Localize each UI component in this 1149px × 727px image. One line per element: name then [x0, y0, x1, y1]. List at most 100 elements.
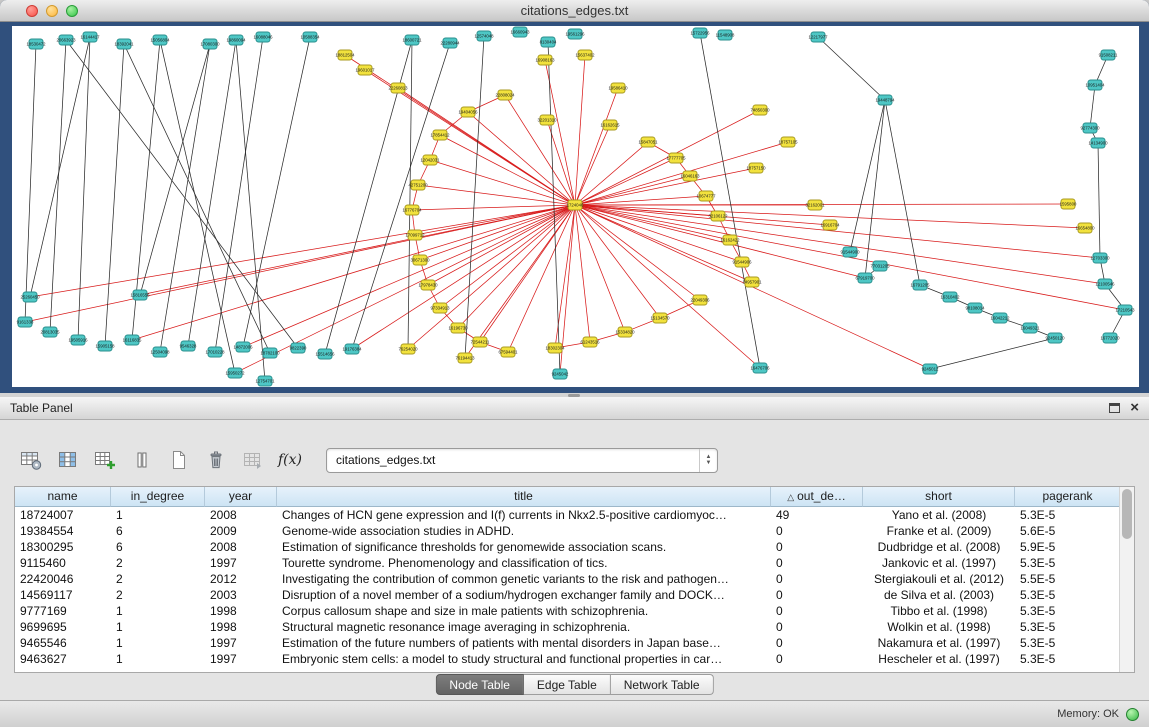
network-node[interactable]: 20813035 — [40, 327, 60, 337]
table-row[interactable]: 969969511998Structural magnetic resonanc… — [15, 619, 1121, 635]
delete-column-button[interactable] — [201, 446, 231, 474]
manage-table-settings-button[interactable] — [16, 446, 46, 474]
network-node[interactable]: 67919700 — [855, 273, 875, 283]
network-node[interactable]: 16476706 — [750, 363, 770, 373]
table-row[interactable]: 946362711997Embryonic stem cells: a mode… — [15, 651, 1121, 667]
network-node[interactable]: 11548908 — [716, 30, 735, 40]
network-node[interactable]: 9822390 — [290, 343, 307, 353]
close-window-button[interactable] — [26, 5, 38, 17]
table-row[interactable]: 1938455462009Genome-wide association stu… — [15, 523, 1121, 539]
network-node[interactable]: 18757105 — [778, 137, 798, 147]
network-node[interactable]: 12042031 — [420, 155, 440, 165]
network-node[interactable]: 17010228 — [205, 347, 225, 357]
network-node[interactable]: 1595800 — [1060, 199, 1077, 209]
network-node[interactable]: 15134570 — [650, 313, 670, 323]
close-panel-icon[interactable]: × — [1130, 402, 1139, 414]
network-node[interactable]: 12100546 — [1095, 279, 1115, 289]
table-row[interactable]: 1830029562008Estimation of significance … — [15, 539, 1121, 555]
network-node[interactable]: 10588354 — [300, 32, 320, 42]
network-node[interactable]: 17210543 — [1115, 305, 1135, 315]
network-node[interactable]: 19176384 — [342, 344, 362, 354]
tab-edge-table[interactable]: Edge Table — [524, 674, 611, 695]
network-node[interactable]: 16162422 — [720, 235, 740, 245]
network-node[interactable]: 16776704 — [402, 205, 422, 215]
network-node[interactable]: 16772020 — [1100, 333, 1120, 343]
network-node[interactable]: 16660943 — [510, 27, 530, 37]
network-node[interactable]: 91544906 — [732, 257, 752, 267]
network-node[interactable]: 10951404 — [1085, 80, 1105, 90]
network-node[interactable]: 19561296 — [565, 29, 585, 39]
network-node[interactable]: 18600721 — [402, 35, 422, 45]
network-node[interactable]: 15905158 — [95, 341, 115, 351]
network-node[interactable]: 22049306 — [690, 295, 710, 305]
table-selector-dropdown[interactable]: citations_edges.txt ▲▼ — [326, 448, 718, 473]
network-node[interactable]: 14872006 — [233, 342, 253, 352]
table-row[interactable]: 1872400712008Changes of HCN gene express… — [15, 507, 1121, 523]
network-node[interactable]: 91544900 — [840, 247, 860, 257]
function-builder-button[interactable]: f(x) — [275, 446, 305, 474]
network-node[interactable]: 19601017 — [355, 65, 375, 75]
network-node[interactable]: 61243516 — [580, 337, 600, 347]
float-panel-icon[interactable] — [1109, 403, 1120, 413]
network-node[interactable]: 17978430 — [418, 280, 438, 290]
network-node[interactable]: 15637402 — [575, 50, 595, 60]
network-node[interactable]: 16162615 — [600, 120, 620, 130]
network-node[interactable]: 32201310 — [537, 115, 557, 125]
window-titlebar[interactable]: citations_edges.txt — [0, 0, 1149, 22]
network-node[interactable]: 18392041 — [114, 39, 134, 49]
network-node[interactable]: 74850300 — [750, 105, 770, 115]
network-node[interactable]: 1724046 — [567, 200, 584, 210]
network-node[interactable]: 16116835 — [123, 335, 142, 345]
network-node[interactable]: 18812504 — [335, 50, 355, 60]
network-node[interactable]: 19505916 — [68, 335, 88, 345]
tab-network-table[interactable]: Network Table — [611, 674, 714, 695]
column-header-short[interactable]: short — [863, 487, 1015, 507]
network-node[interactable]: 72544211 — [471, 337, 490, 347]
network-node[interactable]: 97334913 — [430, 303, 450, 313]
table-row[interactable]: 977716911998Corpus callosum shape and si… — [15, 603, 1121, 619]
network-node[interactable]: 16791205 — [910, 280, 930, 290]
select-columns-button[interactable] — [53, 446, 83, 474]
network-node[interactable]: 16196730 — [448, 323, 468, 333]
edit-table-button[interactable] — [90, 446, 120, 474]
network-node[interactable]: 17080300 — [200, 39, 220, 49]
scrollbar-thumb[interactable] — [1122, 489, 1132, 539]
network-node[interactable]: 14957901 — [742, 277, 762, 287]
network-node[interactable]: 98108014 — [965, 303, 985, 313]
network-node[interactable]: 9546328 — [180, 341, 197, 351]
network-node[interactable]: 18530472 — [26, 39, 46, 49]
table-mode-button[interactable] — [127, 446, 157, 474]
network-node[interactable]: 30671300 — [410, 255, 430, 265]
network-node[interactable]: 18782100 — [260, 348, 280, 358]
column-header-out_de[interactable]: △out_de… — [771, 487, 863, 507]
column-header-pagerank[interactable]: pagerank — [1015, 487, 1121, 507]
network-node[interactable]: 76194413 — [455, 353, 475, 363]
network-node[interactable]: 12217977 — [808, 32, 828, 42]
new-column-button[interactable] — [164, 446, 194, 474]
network-node[interactable]: 16908163 — [535, 55, 555, 65]
network-node[interactable]: 12574048 — [474, 31, 494, 41]
network-node[interactable]: 16042212 — [990, 313, 1010, 323]
network-node[interactable]: 19586410 — [608, 83, 628, 93]
network-node[interactable]: 14134900 — [1088, 138, 1108, 148]
network-node[interactable]: 15847051 — [638, 137, 658, 147]
network-node[interactable]: 15514656 — [315, 349, 335, 359]
network-node[interactable]: 12504098 — [150, 347, 170, 357]
network-view-canvas[interactable]: 1853047220663923161444171839204115056804… — [12, 26, 1139, 387]
tab-node-table[interactable]: Node Table — [435, 674, 524, 695]
network-node[interactable]: 16310402 — [940, 292, 960, 302]
table-scrollbar[interactable] — [1119, 487, 1134, 672]
network-node[interactable]: 22808024 — [495, 90, 515, 100]
network-node[interactable]: 19448794 — [875, 95, 895, 105]
network-node[interactable]: 25260450 — [20, 292, 40, 302]
network-node[interactable]: 16046163 — [680, 171, 700, 181]
network-node[interactable]: 67594401 — [498, 347, 518, 357]
column-header-title[interactable]: title — [277, 487, 771, 507]
network-node[interactable]: 15334820 — [615, 327, 635, 337]
network-node[interactable]: 91508211 — [1099, 50, 1118, 60]
zoom-window-button[interactable] — [66, 5, 78, 17]
network-node[interactable]: 15056804 — [150, 35, 170, 45]
network-node[interactable]: 92450120 — [1045, 333, 1065, 343]
network-node[interactable]: 12703300 — [1090, 253, 1110, 263]
network-node[interactable]: 16916704 — [820, 220, 840, 230]
